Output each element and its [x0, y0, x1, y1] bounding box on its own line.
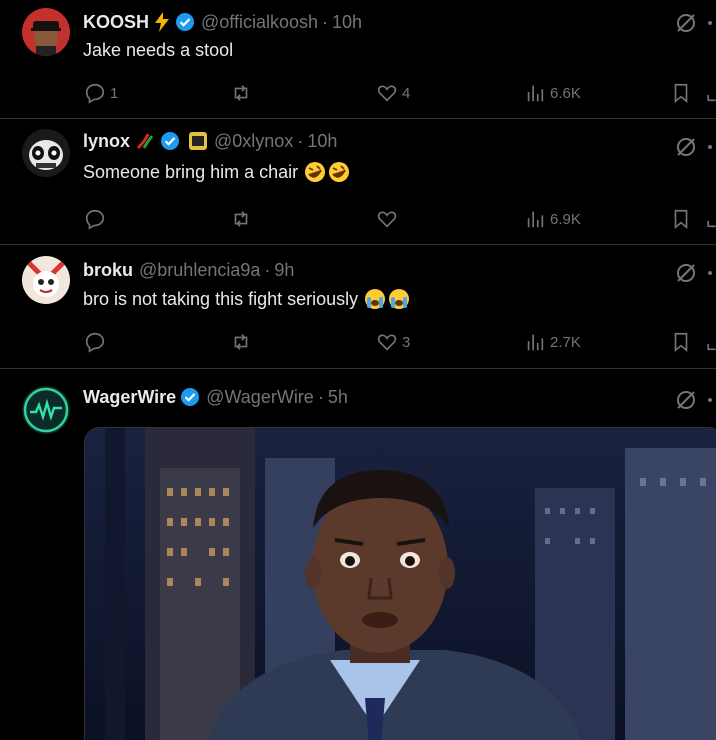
bookmark-icon: [674, 83, 688, 104]
verified-badge-icon[interactable]: [175, 12, 195, 32]
share-icon: [707, 343, 716, 351]
display-name[interactable]: WagerWire: [83, 385, 176, 409]
share-icon: [707, 94, 716, 102]
separator: ·: [317, 387, 324, 407]
bookmark-button[interactable]: [670, 78, 692, 108]
affiliate-badge-icon[interactable]: [188, 131, 208, 151]
display-name[interactable]: lynox: [83, 129, 130, 153]
tweet-text-body: Jake needs a stool: [83, 40, 234, 60]
tweet-text: Jake needs a stool: [83, 38, 233, 62]
verified-badge-icon[interactable]: [160, 131, 180, 151]
more-icon[interactable]: [708, 398, 712, 402]
repost-icon: [234, 211, 248, 227]
action-bar: 1 4 6.6K: [0, 78, 716, 108]
views-icon: [527, 334, 544, 351]
reply-icon: [85, 332, 105, 353]
lightning-emoji: [153, 12, 171, 32]
more-icon[interactable]: [708, 145, 712, 149]
rofl-emoji: [304, 161, 326, 183]
crying-emoji: [388, 288, 410, 310]
repost-icon: [234, 334, 248, 350]
timestamp[interactable]: 10h: [332, 10, 362, 34]
heart-icon: [377, 85, 397, 102]
separator: ·: [264, 260, 271, 280]
tweet-text-body: bro is not taking this fight seriously: [83, 289, 359, 309]
heart-icon: [377, 334, 397, 351]
more-icon[interactable]: [708, 271, 712, 275]
views-button[interactable]: 6.6K: [524, 78, 581, 108]
heart-icon: [377, 211, 397, 228]
bookmark-button[interactable]: [670, 204, 692, 234]
post-lynox[interactable]: lynox @0xlynox · 10h Someone bring him a…: [0, 119, 716, 245]
timestamp[interactable]: 5h: [328, 385, 348, 409]
views-icon: [527, 85, 544, 102]
views-count: 2.7K: [550, 333, 581, 351]
timeline-feed: KOOSH @officialkoosh · 10h Jake needs a …: [0, 0, 716, 740]
bookmark-icon: [674, 209, 688, 230]
grok-icon[interactable]: [672, 259, 700, 287]
grok-icon[interactable]: [672, 9, 700, 37]
share-button[interactable]: [706, 327, 716, 357]
share-button[interactable]: [706, 204, 716, 234]
bookmark-button[interactable]: [670, 327, 692, 357]
grok-icon[interactable]: [672, 133, 700, 161]
handle[interactable]: @bruhlencia9a: [139, 258, 260, 282]
reply-icon: [85, 209, 105, 230]
reply-button[interactable]: [84, 327, 110, 357]
reply-button[interactable]: [84, 204, 110, 234]
repost-button[interactable]: [230, 78, 252, 108]
tweet-text: Someone bring him a chair: [83, 160, 350, 184]
separator: ·: [297, 131, 304, 151]
timestamp[interactable]: 10h: [307, 129, 337, 153]
tweet-media-gif[interactable]: [84, 427, 716, 740]
grok-icon[interactable]: [672, 386, 700, 414]
post-koosh[interactable]: KOOSH @officialkoosh · 10h Jake needs a …: [0, 0, 716, 119]
more-icon[interactable]: [708, 21, 712, 25]
like-button[interactable]: 4: [376, 78, 410, 108]
views-count: 6.9K: [550, 210, 581, 228]
reply-icon: [85, 83, 105, 104]
post-broku[interactable]: broku @bruhlencia9a · 9h bro is not taki…: [0, 245, 716, 369]
share-button[interactable]: [706, 78, 716, 108]
repost-button[interactable]: [230, 327, 252, 357]
repost-button[interactable]: [230, 204, 252, 234]
verified-badge-icon[interactable]: [180, 387, 200, 407]
rofl-emoji: [328, 161, 350, 183]
views-button[interactable]: 2.7K: [524, 327, 581, 357]
views-icon: [527, 211, 544, 228]
action-bar: 6.9K: [0, 204, 716, 234]
reply-button[interactable]: 1: [84, 78, 118, 108]
reply-count: 1: [110, 84, 119, 102]
avatar[interactable]: [22, 129, 70, 177]
avatar[interactable]: [22, 386, 70, 434]
display-name[interactable]: KOOSH: [83, 10, 149, 34]
gif-still-image: [85, 428, 716, 740]
tweet-text-body: Someone bring him a chair: [83, 162, 299, 182]
tweet-text: bro is not taking this fight seriously: [83, 287, 410, 311]
handle[interactable]: @officialkoosh: [201, 10, 318, 34]
timestamp[interactable]: 9h: [274, 258, 294, 282]
avatar[interactable]: [22, 8, 70, 56]
separator: ·: [322, 12, 329, 32]
like-count: 3: [402, 333, 411, 351]
bookmark-icon: [674, 332, 688, 353]
repost-icon: [234, 85, 248, 101]
like-button[interactable]: 3: [376, 327, 410, 357]
views-button[interactable]: 6.9K: [524, 204, 581, 234]
chili-pepper-emoji: [134, 130, 156, 152]
action-bar: 3 2.7K: [0, 327, 716, 357]
like-button[interactable]: [376, 204, 402, 234]
display-name[interactable]: broku: [83, 258, 133, 282]
avatar[interactable]: [22, 256, 70, 304]
handle[interactable]: @WagerWire: [206, 385, 314, 409]
crying-emoji: [364, 288, 386, 310]
like-count: 4: [402, 84, 411, 102]
share-icon: [707, 220, 716, 228]
views-count: 6.6K: [550, 84, 581, 102]
handle[interactable]: @0xlynox: [214, 129, 293, 153]
